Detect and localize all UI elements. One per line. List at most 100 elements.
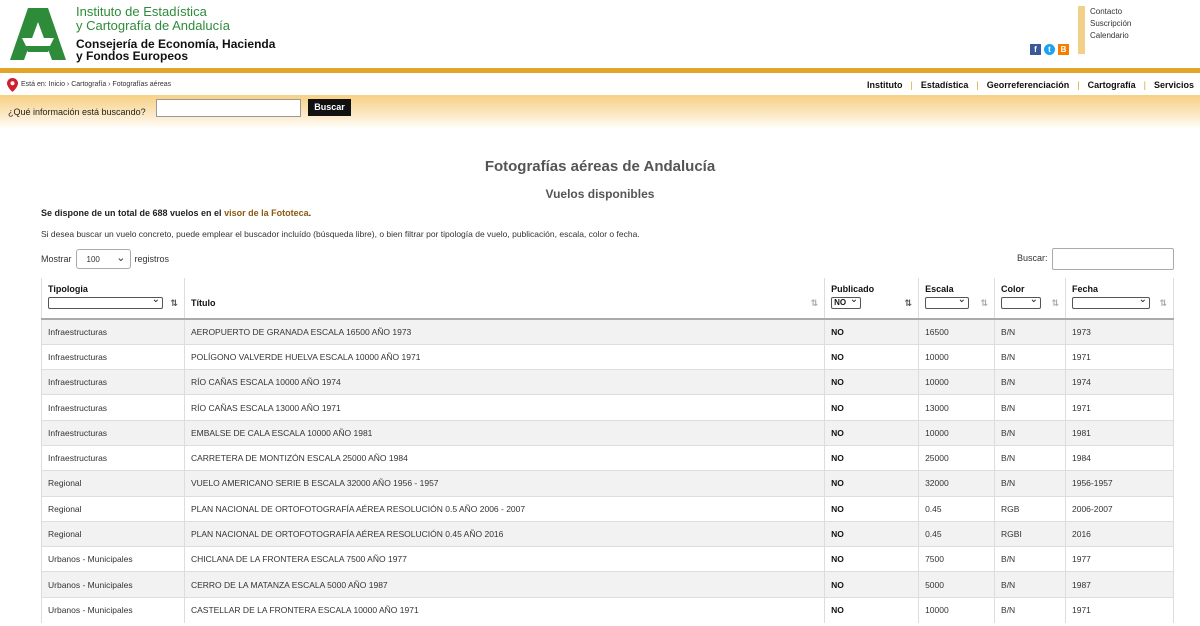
breadcrumb[interactable]: Está en: Inicio › Cartografía › Fotograf… xyxy=(21,81,171,88)
site-search-bar: ¿Qué información está buscando? Buscar xyxy=(0,95,1200,129)
table-row[interactable]: Regional PLAN NACIONAL DE ORTOFOTOGRAFÍA … xyxy=(41,495,1174,522)
sort-descending-icon[interactable]: ⇅ xyxy=(905,298,913,309)
cell-publicado: NO xyxy=(824,470,919,497)
nav-item-cartografia[interactable]: Cartografía xyxy=(1080,80,1144,90)
table-row[interactable]: Infraestructuras RÍO CAÑAS ESCALA 10000 A… xyxy=(41,369,1174,395)
sort-ascending-icon[interactable]: ⇅ xyxy=(170,298,178,309)
facebook-icon[interactable]: f xyxy=(1030,44,1041,55)
cell-color: B/N xyxy=(994,369,1066,395)
cell-titulo: AEROPUERTO DE GRANADA ESCALA 16500 AÑO 1… xyxy=(183,318,825,345)
intro-prefix: Se dispone de un total de 688 vuelos en … xyxy=(41,208,225,218)
table-row[interactable]: Regional VUELO AMERICANO SERIE B ESCALA 3… xyxy=(41,470,1174,497)
column-header-color[interactable]: Color ⇅ xyxy=(994,278,1066,320)
cell-tipologia: Infraestructuras xyxy=(41,318,185,345)
table-row[interactable]: Regional PLAN NACIONAL DE ORTOFOTOGRAFÍA … xyxy=(41,520,1174,547)
cell-publicado: NO xyxy=(824,596,919,623)
main-nav: Instituto | Estadística | Georreferencia… xyxy=(859,80,1194,90)
cell-titulo: PLAN NACIONAL DE ORTOFOTOGRAFÍA AÉREA RE… xyxy=(183,495,825,522)
cell-publicado: NO xyxy=(824,444,919,471)
cell-fecha: 1977 xyxy=(1065,546,1174,572)
cell-tipologia: Urbanos - Municipales xyxy=(41,571,185,598)
calendar-link[interactable]: Calendario xyxy=(1090,30,1131,42)
filter-color-select[interactable] xyxy=(1001,295,1042,309)
table-header-row: Tipologia ⇅ Título ⇅ Publicado NO ⇅ Esca… xyxy=(41,278,1174,320)
cell-color: B/N xyxy=(994,419,1066,446)
fototeca-viewer-link[interactable]: visor de la Fototeca xyxy=(224,208,309,218)
cell-tipologia: Infraestructuras xyxy=(41,444,185,471)
table-row[interactable]: Infraestructuras POLÍGONO VALVERDE HUELVA… xyxy=(41,343,1174,370)
table-row[interactable]: Urbanos - Municipales CASTELLAR DE LA FRO… xyxy=(41,596,1174,623)
cell-color: B/N xyxy=(994,571,1066,598)
column-label-titulo: Título xyxy=(190,298,216,308)
sort-icon[interactable]: ⇅ xyxy=(1051,298,1059,309)
intro-summary: Se dispone de un total de 688 vuelos en … xyxy=(41,208,311,218)
filter-escala-select[interactable] xyxy=(925,295,970,309)
table-row[interactable]: Urbanos - Municipales CERRO DE LA MATANZA… xyxy=(41,571,1174,598)
cell-escala: 0.45 xyxy=(918,520,995,547)
cell-titulo: RÍO CAÑAS ESCALA 13000 AÑO 1971 xyxy=(183,394,825,421)
table-row[interactable]: Infraestructuras AEROPUERTO DE GRANADA ES… xyxy=(41,318,1174,345)
cell-publicado: NO xyxy=(824,318,919,345)
show-suffix: registros xyxy=(134,254,170,264)
location-pin-icon xyxy=(7,78,18,92)
cell-fecha: 1971 xyxy=(1065,596,1174,623)
cell-publicado: NO xyxy=(824,571,919,598)
cell-tipologia: Infraestructuras xyxy=(41,369,185,395)
column-header-tipologia[interactable]: Tipologia ⇅ xyxy=(41,278,185,320)
cell-escala: 16500 xyxy=(918,318,995,345)
nav-item-instituto[interactable]: Instituto xyxy=(859,80,911,90)
utility-links: Contacto Suscripción Calendario xyxy=(1090,6,1131,42)
org-name-line2: y Cartografía de Andalucía xyxy=(76,18,230,33)
column-header-titulo[interactable]: Título ⇅ xyxy=(183,278,825,320)
column-header-publicado[interactable]: Publicado NO ⇅ xyxy=(824,278,919,320)
contact-link[interactable]: Contacto xyxy=(1090,6,1131,18)
filter-publicado-select[interactable]: NO xyxy=(831,295,862,309)
cell-fecha: 1956-1957 xyxy=(1065,470,1174,497)
cell-escala: 10000 xyxy=(918,596,995,623)
cell-fecha: 1971 xyxy=(1065,394,1174,421)
column-header-escala[interactable]: Escala ⇅ xyxy=(918,278,995,320)
cell-color: B/N xyxy=(994,546,1066,572)
cell-publicado: NO xyxy=(824,495,919,522)
cell-titulo: CHICLANA DE LA FRONTERA ESCALA 7500 AÑO … xyxy=(183,546,825,572)
blog-icon[interactable]: B xyxy=(1058,44,1069,55)
page-length-select[interactable]: 100 xyxy=(75,249,131,269)
page-subtitle: Vuelos disponibles xyxy=(545,187,655,201)
cell-tipologia: Regional xyxy=(41,495,185,522)
cell-escala: 25000 xyxy=(918,444,995,471)
cell-color: RGBI xyxy=(994,520,1066,547)
cell-titulo: CERRO DE LA MATANZA ESCALA 5000 AÑO 1987 xyxy=(183,571,825,598)
nav-item-servicios[interactable]: Servicios xyxy=(1146,80,1194,90)
subscription-link[interactable]: Suscripción xyxy=(1090,18,1131,30)
sort-icon[interactable]: ⇅ xyxy=(811,298,819,309)
filter-tipologia-select[interactable] xyxy=(48,295,163,309)
twitter-icon[interactable]: t xyxy=(1044,44,1055,55)
cell-escala: 10000 xyxy=(918,343,995,370)
cell-tipologia: Infraestructuras xyxy=(41,394,185,421)
cell-tipologia: Regional xyxy=(41,520,185,547)
column-header-fecha[interactable]: Fecha ⇅ xyxy=(1065,278,1174,320)
cell-escala: 7500 xyxy=(918,546,995,572)
sort-icon[interactable]: ⇅ xyxy=(1159,298,1167,309)
site-search-button[interactable]: Buscar xyxy=(308,99,351,116)
table-search-input[interactable] xyxy=(1052,248,1174,270)
cell-color: B/N xyxy=(994,470,1066,497)
nav-item-estadistica[interactable]: Estadística xyxy=(913,80,977,90)
cell-escala: 5000 xyxy=(918,571,995,598)
cell-color: B/N xyxy=(994,444,1066,471)
sort-icon[interactable]: ⇅ xyxy=(980,298,988,309)
org-name-line1: Instituto de Estadística xyxy=(76,4,207,19)
table-row[interactable]: Infraestructuras EMBALSE DE CALA ESCALA 1… xyxy=(41,419,1174,446)
cell-fecha: 1981 xyxy=(1065,419,1174,446)
table-row[interactable]: Infraestructuras CARRETERA DE MONTIZÓN ES… xyxy=(41,444,1174,471)
junta-andalucia-logo[interactable] xyxy=(10,8,66,60)
cell-publicado: NO xyxy=(824,394,919,421)
nav-item-georreferenciacion[interactable]: Georreferenciación xyxy=(979,80,1078,90)
site-search-input[interactable] xyxy=(156,99,301,117)
table-row[interactable]: Infraestructuras RÍO CAÑAS ESCALA 13000 A… xyxy=(41,394,1174,421)
table-row[interactable]: Urbanos - Municipales CHICLANA DE LA FRON… xyxy=(41,546,1174,572)
header-accent-bar xyxy=(1078,6,1085,54)
cell-color: B/N xyxy=(994,343,1066,370)
cell-color: B/N xyxy=(994,394,1066,421)
filter-fecha-select[interactable] xyxy=(1072,295,1150,309)
